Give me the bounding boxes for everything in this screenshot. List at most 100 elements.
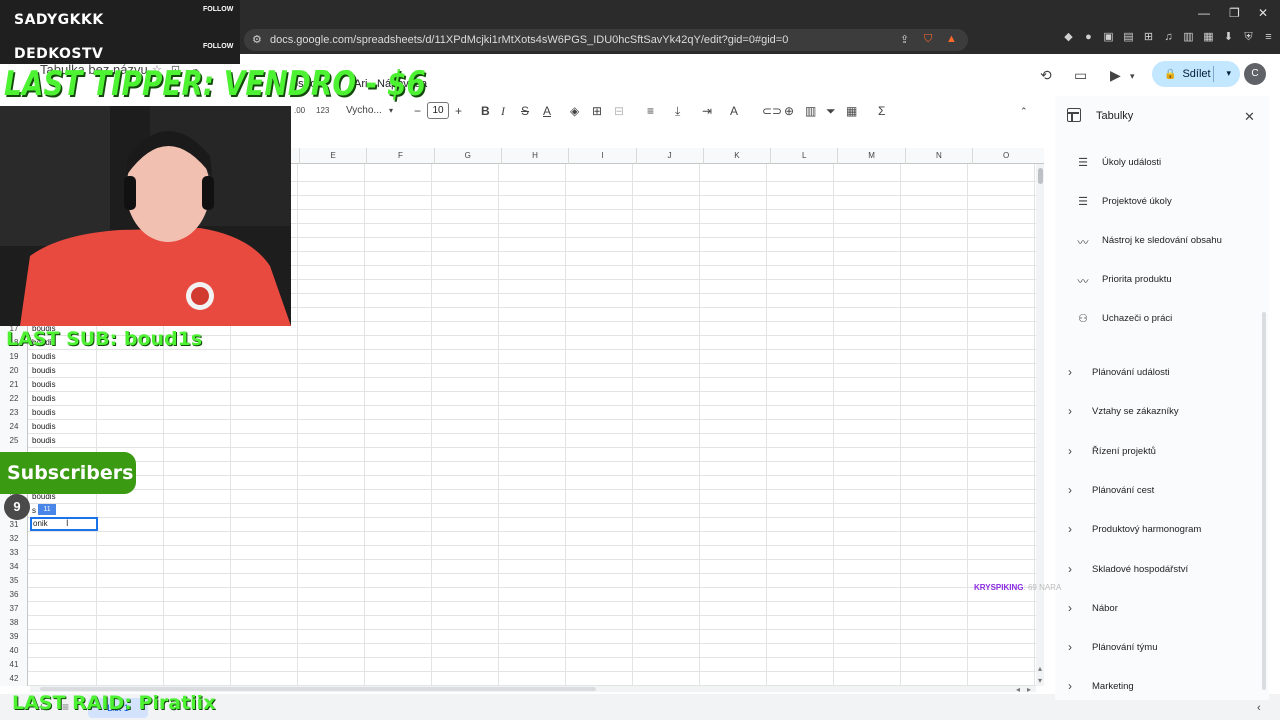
row-number[interactable]: 38 [0, 618, 28, 627]
row-number[interactable]: 24 [0, 422, 28, 431]
brave-shield-icon[interactable]: ⛉ [924, 33, 932, 46]
category-item[interactable]: › Marketing [1068, 679, 1258, 696]
row-number[interactable]: 33 [0, 548, 28, 557]
comment-icon[interactable]: ⊕ [784, 101, 794, 121]
text-rotation-icon[interactable]: A [730, 101, 738, 121]
row-number[interactable]: 22 [0, 394, 28, 403]
share-button[interactable]: 🔒 Sdílet ▾ [1152, 61, 1240, 87]
row-number[interactable]: 36 [0, 590, 28, 599]
cell[interactable]: boudis [32, 380, 56, 389]
category-item[interactable]: › Produktový harmonogram [1068, 522, 1258, 539]
merge-cells-icon[interactable]: ⊟ [614, 101, 624, 121]
filter-icon[interactable]: ⏷ [826, 101, 836, 121]
font-select[interactable]: Vycho... [346, 101, 382, 121]
font-size-input[interactable]: 10 [427, 102, 449, 119]
scroll-down-icon[interactable]: ▾ [1038, 676, 1042, 685]
comments-icon[interactable]: ▭ [1074, 67, 1087, 84]
share-dropdown-icon[interactable]: ▾ [1226, 68, 1231, 79]
row-number[interactable]: 21 [0, 380, 28, 389]
scroll-left-icon[interactable]: ◂ [1016, 685, 1020, 694]
panel-scrollbar[interactable] [1262, 312, 1266, 690]
link-icon[interactable]: ⊂⊃ [762, 101, 782, 121]
cell[interactable]: boudis [32, 366, 56, 375]
italic-button[interactable]: I [501, 101, 505, 121]
align-horizontal-icon[interactable]: ≡ [647, 101, 654, 121]
extension-icon[interactable]: ▣ [1102, 31, 1115, 44]
shield-icon[interactable]: ⛨ [1242, 31, 1255, 44]
close-window-icon[interactable]: ✕ [1258, 6, 1268, 20]
column-header[interactable]: M [837, 148, 904, 164]
wallet-icon[interactable]: ▦ [1202, 31, 1215, 44]
bold-button[interactable]: B [481, 101, 490, 121]
cell[interactable]: s [32, 506, 36, 515]
category-item[interactable]: › Řízení projektů [1068, 444, 1258, 461]
font-size-increase-button[interactable]: + [455, 101, 462, 121]
minimize-icon[interactable]: — [1198, 6, 1210, 20]
vertical-scrollbar[interactable] [1036, 164, 1044, 686]
align-vertical-icon[interactable]: ⤓ [675, 101, 680, 121]
chart-icon[interactable]: ▥ [805, 101, 816, 121]
history-icon[interactable]: ⟲ [1040, 67, 1052, 84]
cell[interactable]: boudis [32, 436, 56, 445]
extension-icon[interactable]: ◆ [1062, 31, 1075, 44]
row-number[interactable]: 31 [0, 520, 28, 529]
row-number[interactable]: 37 [0, 604, 28, 613]
download-icon[interactable]: ⬇ [1222, 31, 1235, 44]
collapse-panel-icon[interactable]: ‹ [1257, 702, 1261, 714]
scroll-right-icon[interactable]: ▸ [1027, 685, 1031, 694]
fill-color-icon[interactable]: ◈ [570, 101, 579, 121]
extension-icon[interactable]: ● [1082, 31, 1095, 44]
share-page-icon[interactable]: ⇪ [900, 33, 909, 46]
category-item[interactable]: › Plánování události [1068, 365, 1258, 382]
close-icon[interactable]: ✕ [1244, 109, 1255, 125]
row-number[interactable]: 20 [0, 366, 28, 375]
template-item[interactable]: ☰ Projektové úkoly [1074, 195, 1254, 211]
scroll-up-icon[interactable]: ▴ [1038, 664, 1042, 673]
column-header[interactable]: I [568, 148, 635, 164]
template-item[interactable]: ⚇ Uchazeči o práci [1074, 312, 1254, 328]
template-item[interactable]: 〰 Priorita produktu [1074, 273, 1254, 289]
row-number[interactable]: 23 [0, 408, 28, 417]
cell[interactable]: boudis [32, 352, 56, 361]
text-color-button[interactable]: A [543, 101, 551, 121]
extension-icon[interactable]: ⊞ [1142, 31, 1155, 44]
category-item[interactable]: › Nábor [1068, 601, 1258, 618]
column-header[interactable]: H [500, 148, 568, 164]
chevron-down-icon[interactable]: ▾ [1130, 71, 1135, 82]
font-size-decrease-button[interactable]: − [414, 101, 421, 121]
column-header[interactable]: F [366, 148, 433, 164]
sidebar-icon[interactable]: ▥ [1182, 31, 1195, 44]
column-header[interactable]: G [433, 148, 501, 164]
column-header[interactable]: O [972, 148, 1039, 164]
filter-views-icon[interactable]: ▦ [846, 101, 857, 121]
category-item[interactable]: › Skladové hospodářství [1068, 562, 1258, 579]
font-dropdown-icon[interactable]: ▾ [389, 101, 393, 121]
template-item[interactable]: 〰 Nástroj ke sledování obsahu [1074, 234, 1254, 250]
column-header[interactable]: N [904, 148, 972, 164]
collapse-toolbar-icon[interactable]: ⌃ [1020, 101, 1028, 121]
format-button[interactable]: 123 [316, 101, 329, 121]
text-wrap-icon[interactable]: ⇥ [702, 101, 712, 121]
template-item[interactable]: ☰ Úkoly události [1074, 156, 1254, 172]
column-header[interactable]: J [635, 148, 703, 164]
row-number[interactable]: 32 [0, 534, 28, 543]
row-number[interactable]: 34 [0, 562, 28, 571]
column-header[interactable]: E [299, 148, 366, 164]
maximize-icon[interactable]: ❐ [1229, 6, 1240, 20]
row-number[interactable]: 40 [0, 646, 28, 655]
row-number[interactable]: 39 [0, 632, 28, 641]
category-item[interactable]: › Plánování týmu [1068, 640, 1258, 657]
row-number[interactable]: 19 [0, 352, 28, 361]
vertical-scroll-thumb[interactable] [1038, 168, 1043, 184]
horizontal-scroll-thumb[interactable] [40, 687, 596, 691]
row-number[interactable]: 42 [0, 674, 28, 683]
row-number[interactable]: 35 [0, 576, 28, 585]
cell[interactable]: boudis [32, 394, 56, 403]
category-item[interactable]: › Vztahy se zákazníky [1068, 404, 1258, 421]
row-number[interactable]: 25 [0, 436, 28, 445]
column-header[interactable]: L [770, 148, 837, 164]
decimal-button[interactable]: .00 [294, 101, 305, 121]
address-url[interactable]: docs.google.com/spreadsheets/d/11XPdMcjk… [270, 34, 788, 46]
menu-icon[interactable]: ≡ [1262, 31, 1275, 44]
cell[interactable]: boudis [32, 422, 56, 431]
